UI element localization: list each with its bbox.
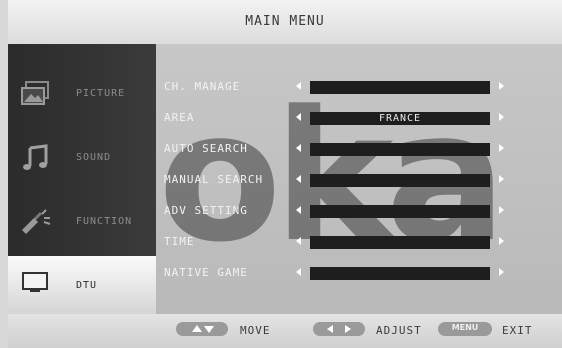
setting-row-adv-setting[interactable]: ADV SETTING — [164, 196, 520, 227]
right-arrow-icon[interactable] — [499, 268, 504, 276]
sidebar-item-label: FUNCTION — [76, 216, 133, 227]
sidebar: PICTURE SOUND FUNCTION DTU — [8, 44, 156, 314]
left-arrow-icon[interactable] — [296, 206, 301, 214]
tv-screen: MAIN MENU oka PICTURE SOUND FUNCTION — [0, 0, 562, 348]
left-arrow-icon[interactable] — [296, 175, 301, 183]
settings-list: CH. MANAGE AREA FRANCE AUTO SEARCH MANUA… — [164, 72, 520, 289]
setting-label: MANUAL SEARCH — [164, 173, 264, 186]
right-arrow-icon[interactable] — [499, 113, 504, 121]
setting-row-auto-search[interactable]: AUTO SEARCH — [164, 134, 520, 165]
left-arrow-icon[interactable] — [296, 82, 301, 90]
setting-value-bar — [310, 143, 490, 156]
setting-label: AUTO SEARCH — [164, 142, 248, 155]
page-title: MAIN MENU — [245, 14, 325, 29]
sidebar-item-label: PICTURE — [76, 88, 126, 99]
title-bar: MAIN MENU — [8, 0, 562, 45]
setting-row-native-game[interactable]: NATIVE GAME — [164, 258, 520, 289]
setting-label: NATIVE GAME — [164, 266, 248, 279]
sidebar-item-label: DTU — [76, 280, 98, 291]
right-arrow-icon[interactable] — [499, 237, 504, 245]
setting-value-bar: FRANCE — [310, 112, 490, 125]
right-arrow-icon[interactable] — [499, 175, 504, 183]
left-arrow-icon[interactable] — [296, 268, 301, 276]
setting-label: TIME — [164, 235, 195, 248]
left-arrow-icon[interactable] — [296, 237, 301, 245]
setting-row-ch-manage[interactable]: CH. MANAGE — [164, 72, 520, 103]
right-arrow-icon[interactable] — [499, 82, 504, 90]
left-arrow-icon[interactable] — [296, 113, 301, 121]
picture-icon — [20, 80, 52, 108]
adjust-hint: ADJUST — [376, 324, 422, 337]
setting-value-bar — [310, 174, 490, 187]
setting-row-manual-search[interactable]: MANUAL SEARCH — [164, 165, 520, 196]
setting-value-bar — [310, 267, 490, 280]
move-hint: MOVE — [240, 324, 271, 337]
menu-key-icon: MENU — [438, 322, 492, 336]
setting-value-bar — [310, 236, 490, 249]
right-arrow-icon[interactable] — [499, 144, 504, 152]
sidebar-item-picture[interactable]: PICTURE — [8, 68, 156, 122]
tv-monitor-icon — [20, 270, 52, 298]
setting-row-time[interactable]: TIME — [164, 227, 520, 258]
setting-label: ADV SETTING — [164, 204, 248, 217]
sidebar-item-function[interactable]: FUNCTION — [8, 196, 156, 250]
area-value: FRANCE — [378, 113, 422, 124]
music-note-icon — [20, 144, 52, 172]
exit-hint: EXIT — [502, 324, 533, 337]
right-arrow-icon[interactable] — [499, 206, 504, 214]
left-arrow-icon[interactable] — [296, 144, 301, 152]
setting-label: AREA — [164, 111, 195, 124]
sidebar-item-sound[interactable]: SOUND — [8, 132, 156, 186]
up-down-key-icon — [176, 322, 228, 336]
left-right-key-icon — [313, 322, 365, 336]
function-tools-icon — [20, 208, 52, 236]
help-bar: MOVE ADJUST MENU EXIT — [8, 314, 562, 348]
sidebar-item-label: SOUND — [76, 152, 112, 163]
setting-row-area[interactable]: AREA FRANCE — [164, 103, 520, 134]
setting-label: CH. MANAGE — [164, 80, 241, 93]
setting-value-bar — [310, 81, 490, 94]
menu-key-label: MENU — [451, 323, 479, 332]
setting-value-bar — [310, 205, 490, 218]
sidebar-item-dtv[interactable]: DTU — [8, 256, 156, 314]
